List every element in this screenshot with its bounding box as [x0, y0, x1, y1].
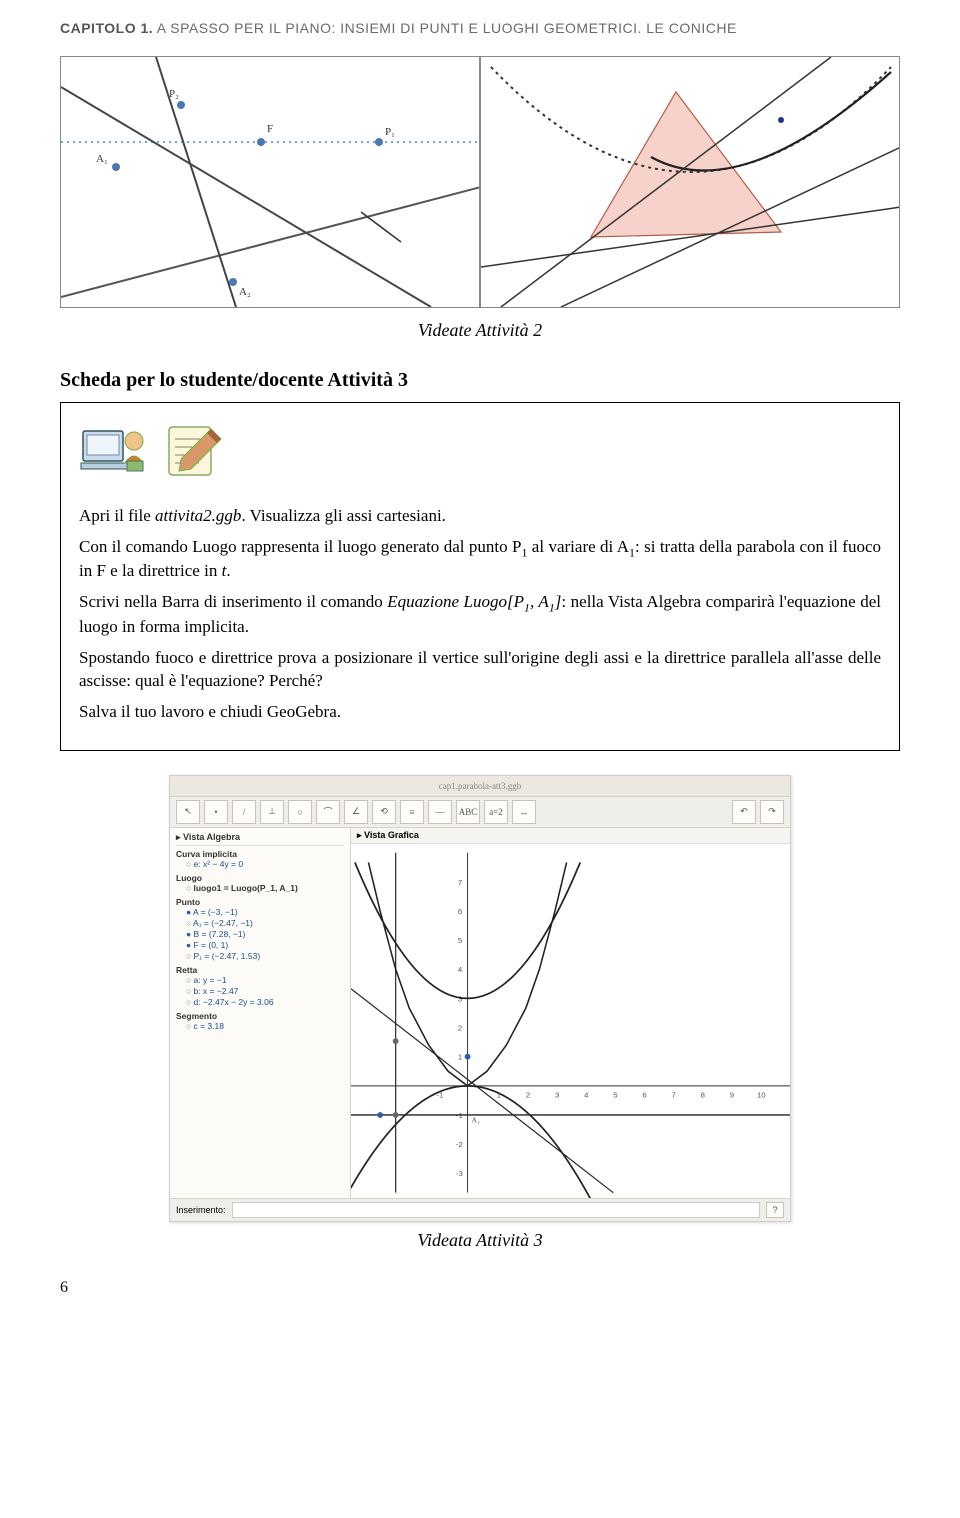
item-retta-d[interactable]: d: −2.47x − 2y = 3.06	[176, 997, 344, 1008]
tool-line[interactable]: /	[232, 800, 256, 824]
svg-text:1: 1	[458, 1052, 462, 1061]
chapter-label: CAPITOLO 1.	[60, 20, 153, 36]
svg-text:A₁: A₁	[471, 1115, 480, 1124]
geogebra-screenshot: cap1.parabola-att3.ggb ↖ • / ⊥ ○ ⌒ ∠ ⟲ ≡…	[169, 775, 791, 1222]
notes-pencil-icon	[161, 421, 231, 483]
cat-retta: Retta	[176, 965, 344, 975]
svg-text:7: 7	[458, 877, 462, 886]
tool-transform[interactable]: ⟲	[372, 800, 396, 824]
cat-segmento: Segmento	[176, 1011, 344, 1021]
label-a1: A₁	[96, 153, 108, 165]
svg-text:-3: -3	[456, 1169, 463, 1178]
icon-row	[79, 421, 881, 483]
tool-pan[interactable]: ↔	[512, 800, 536, 824]
input-label: Inserimento:	[176, 1205, 226, 1215]
figure-caption-1: Videate Attività 2	[60, 320, 900, 341]
tool-redo[interactable]: ↷	[760, 800, 784, 824]
tool-slider[interactable]: a=2	[484, 800, 508, 824]
section-title: Scheda per lo studente/docente Attività …	[60, 369, 900, 392]
svg-text:9: 9	[730, 1090, 734, 1099]
tool-segment[interactable]: —	[428, 800, 452, 824]
input-bar: Inserimento: ?	[170, 1198, 790, 1221]
svg-text:2: 2	[458, 1023, 462, 1032]
label-f: F	[267, 123, 273, 135]
activity-p1: Apri il file attivita2.ggb. Visualizza g…	[79, 505, 881, 528]
toolbar: ↖ • / ⊥ ○ ⌒ ∠ ⟲ ≡ — ABC a=2 ↔ ↶ ↷	[170, 797, 790, 828]
chapter-header: CAPITOLO 1. A SPASSO PER IL PIANO: INSIE…	[60, 20, 900, 36]
svg-text:4: 4	[458, 965, 463, 974]
label-p2: P₂	[169, 88, 179, 100]
window-titlebar: cap1.parabola-att3.ggb	[170, 776, 790, 797]
figure-caption-2: Videata Attività 3	[60, 1230, 900, 1251]
cat-punto: Punto	[176, 897, 344, 907]
svg-text:5: 5	[458, 936, 462, 945]
algebra-title: ▸ Vista Algebra	[176, 832, 344, 846]
activity-p5: Salva il tuo lavoro e chiudi GeoGebra.	[79, 701, 881, 724]
activity-p2: Con il comando Luogo rappresenta il luog…	[79, 536, 881, 583]
label-p1: P₁	[385, 126, 395, 138]
tool-arc[interactable]: ⌒	[316, 800, 340, 824]
label-a2: A₂	[239, 286, 251, 298]
tool-circle[interactable]: ○	[288, 800, 312, 824]
svg-text:-2: -2	[456, 1140, 463, 1149]
activity-box: Apri il file attivita2.ggb. Visualizza g…	[60, 402, 900, 751]
item-retta-a[interactable]: a: y = −1	[176, 975, 344, 986]
svg-text:10: 10	[757, 1090, 766, 1099]
page-number: 6	[60, 1279, 900, 1297]
item-f[interactable]: F = (0, 1)	[176, 940, 344, 951]
tool-angle[interactable]: ∠	[344, 800, 368, 824]
tool-point[interactable]: •	[204, 800, 228, 824]
figure-right	[480, 56, 900, 308]
tool-perp[interactable]: ⊥	[260, 800, 284, 824]
item-b[interactable]: B = (7.28, −1)	[176, 929, 344, 940]
figures-row: P₂ F P₁ A₁ A₂	[60, 56, 900, 308]
input-field[interactable]	[232, 1202, 760, 1218]
cat-curva: Curva implicita	[176, 849, 344, 859]
svg-text:6: 6	[642, 1090, 646, 1099]
item-retta-b[interactable]: b: x = −2.47	[176, 986, 344, 997]
item-a[interactable]: A = (−3, −1)	[176, 907, 344, 918]
computer-person-icon	[79, 421, 149, 483]
item-luogo[interactable]: luogo1 = Luogo(P_1, A_1)	[176, 883, 344, 894]
item-p1[interactable]: P₁ = (−2.47, 1.53)	[176, 951, 344, 962]
svg-text:7: 7	[672, 1090, 676, 1099]
activity-text: Apri il file attivita2.ggb. Visualizza g…	[79, 505, 881, 724]
tool-equal[interactable]: ≡	[400, 800, 424, 824]
cat-luogo: Luogo	[176, 873, 344, 883]
graphics-view[interactable]: ▸ Vista Grafica -1 1 2 3 4 5 6 7	[351, 828, 790, 1198]
figure-left: P₂ F P₁ A₁ A₂	[60, 56, 480, 308]
svg-text:4: 4	[584, 1090, 589, 1099]
svg-text:3: 3	[555, 1090, 559, 1099]
tool-move[interactable]: ↖	[176, 800, 200, 824]
svg-text:2: 2	[526, 1090, 530, 1099]
algebra-view[interactable]: ▸ Vista Algebra Curva implicita e: x² − …	[170, 828, 351, 1198]
svg-text:8: 8	[701, 1090, 705, 1099]
item-a1[interactable]: A₁ = (−2.47, −1)	[176, 918, 344, 929]
tool-undo[interactable]: ↶	[732, 800, 756, 824]
chapter-title: A SPASSO PER IL PIANO: INSIEMI DI PUNTI …	[157, 20, 737, 36]
tool-text[interactable]: ABC	[456, 800, 480, 824]
activity-p4: Spostando fuoco e direttrice prova a pos…	[79, 647, 881, 693]
item-eq[interactable]: e: x² − 4y = 0	[176, 859, 344, 870]
window-filename: cap1.parabola-att3.ggb	[439, 781, 521, 791]
item-seg-c[interactable]: c = 3.18	[176, 1021, 344, 1032]
graphics-title: ▸ Vista Grafica	[351, 828, 790, 844]
svg-text:5: 5	[613, 1090, 617, 1099]
svg-text:6: 6	[458, 906, 462, 915]
input-help-icon[interactable]: ?	[766, 1202, 784, 1218]
activity-p3: Scrivi nella Barra di inserimento il com…	[79, 591, 881, 638]
